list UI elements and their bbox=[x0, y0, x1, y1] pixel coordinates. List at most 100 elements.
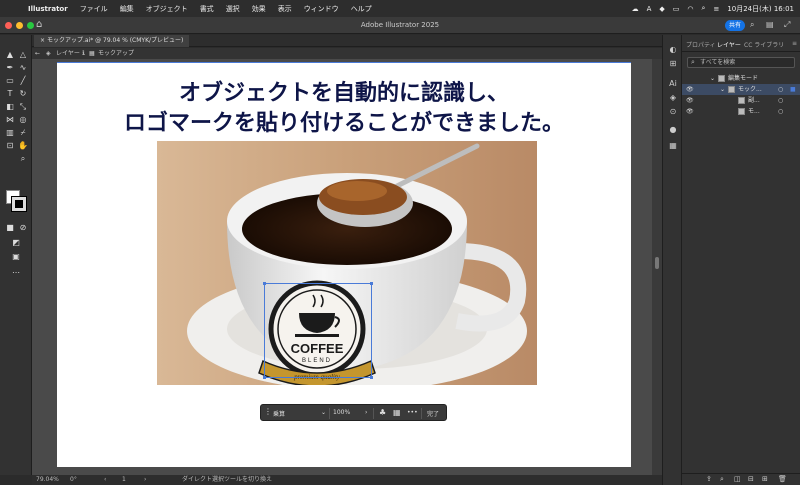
canvas-area[interactable]: オブジェクトを自動的に認識し、 ロゴマークを貼り付けることができました。 COF… bbox=[32, 59, 662, 475]
close-tab-icon[interactable]: × bbox=[40, 37, 47, 44]
done-button[interactable]: 完了 bbox=[427, 409, 439, 418]
new-layer-icon[interactable]: ⊞ bbox=[762, 475, 768, 483]
pen-tool-icon[interactable]: ✒ bbox=[4, 62, 16, 73]
datetime[interactable]: 10月24日(木) 16:01 bbox=[727, 4, 794, 14]
scale-tool-icon[interactable]: ⤡ bbox=[17, 101, 29, 112]
rotation-value[interactable]: 0° bbox=[70, 475, 77, 485]
crumb-group[interactable]: モックアップ bbox=[98, 48, 134, 59]
layer-row[interactable]: 👁 副... ○ bbox=[682, 95, 800, 106]
type-tool-icon[interactable]: T bbox=[4, 88, 16, 99]
rotate-tool-icon[interactable]: ↻ bbox=[17, 88, 29, 99]
menu-item-window[interactable]: ウィンドウ bbox=[298, 4, 345, 14]
wifi-icon[interactable]: ◠ bbox=[687, 5, 693, 13]
selection-bounding-box[interactable] bbox=[263, 282, 373, 379]
layers-panel-icon[interactable]: ◈ bbox=[667, 93, 679, 102]
menu-item-effect[interactable]: 効果 bbox=[246, 4, 272, 14]
artboard-prev-icon[interactable]: ‹ bbox=[104, 475, 106, 485]
new-sublayer-icon[interactable]: ⊟ bbox=[748, 475, 754, 483]
menu-item-help[interactable]: ヘルプ bbox=[345, 4, 378, 14]
more-tools-icon[interactable]: ⋯ bbox=[10, 267, 22, 278]
curvature-tool-icon[interactable]: ∿ bbox=[17, 62, 29, 73]
direct-selection-tool-icon[interactable]: △ bbox=[17, 49, 29, 60]
expand-chevron-icon[interactable]: ⌄ bbox=[710, 73, 715, 84]
clipping-mask-icon[interactable]: ◫ bbox=[734, 475, 741, 483]
rectangle-tool-icon[interactable]: ▭ bbox=[4, 75, 16, 86]
resize-handle[interactable] bbox=[370, 282, 373, 285]
menu-item-object[interactable]: オブジェクト bbox=[140, 4, 194, 14]
search-icon[interactable]: ⌕ bbox=[750, 20, 754, 30]
artboard[interactable]: オブジェクトを自動的に認識し、 ロゴマークを貼り付けることができました。 COF… bbox=[57, 62, 631, 467]
draw-mode-icon[interactable]: ◩ bbox=[10, 237, 22, 248]
tab-layers[interactable]: レイヤー bbox=[717, 40, 741, 49]
drag-handle-icon[interactable]: ⋮ bbox=[264, 407, 272, 416]
color-mode-icon[interactable]: ■ bbox=[4, 222, 16, 233]
libraries-panel-icon[interactable]: ⊞ bbox=[667, 59, 679, 68]
document-tab[interactable]: × モックアップ.ai* @ 79.04 % (CMYK/プレビュー) bbox=[34, 35, 190, 47]
scroll-thumb[interactable] bbox=[655, 257, 659, 269]
eraser-tool-icon[interactable]: ◧ bbox=[4, 101, 16, 112]
menu-item-edit[interactable]: 編集 bbox=[114, 4, 140, 14]
expand-icon[interactable]: ⤢ bbox=[784, 20, 790, 30]
resize-handle[interactable] bbox=[263, 282, 266, 285]
menu-item-type[interactable]: 書式 bbox=[194, 4, 220, 14]
properties-panel-icon[interactable]: ◐ bbox=[667, 45, 679, 54]
hand-tool-icon[interactable]: ✋ bbox=[17, 140, 29, 151]
puppet-warp-icon[interactable]: ♣ bbox=[379, 408, 386, 417]
width-tool-icon[interactable]: ⋈ bbox=[4, 114, 16, 125]
visibility-eye-icon[interactable]: 👁 bbox=[686, 95, 694, 106]
menu-item-view[interactable]: 表示 bbox=[272, 4, 298, 14]
eyedropper-tool-icon[interactable]: ⌿ bbox=[17, 127, 29, 138]
target-circle-icon[interactable]: ○ bbox=[778, 95, 783, 106]
vertical-scrollbar[interactable] bbox=[652, 59, 662, 475]
battery-icon[interactable]: ▭ bbox=[673, 5, 680, 13]
screen-mode-icon[interactable]: ▣ bbox=[10, 251, 22, 262]
control-center-icon[interactable]: ≡ bbox=[713, 5, 719, 13]
resize-handle[interactable] bbox=[370, 376, 373, 379]
none-color-icon[interactable]: ⊘ bbox=[17, 222, 29, 233]
target-circle-icon[interactable]: ○ bbox=[778, 106, 783, 117]
opacity-field[interactable]: 100% bbox=[333, 409, 350, 416]
share-button[interactable]: 共有 bbox=[725, 20, 745, 31]
visibility-eye-icon[interactable]: 👁 bbox=[686, 106, 694, 117]
layers-search-input[interactable]: ⌕ すべてを検索 bbox=[687, 57, 795, 68]
locate-object-icon[interactable]: ⌕ bbox=[720, 475, 724, 484]
ai-panel-icon[interactable]: Ai bbox=[667, 79, 679, 88]
tab-properties[interactable]: プロパティ bbox=[686, 40, 716, 49]
resize-handle[interactable] bbox=[263, 376, 266, 379]
target-circle-icon[interactable]: ○ bbox=[778, 84, 783, 95]
tab-cc-libraries[interactable]: CC ライブラリ bbox=[744, 40, 784, 49]
menu-item-select[interactable]: 選択 bbox=[220, 4, 246, 14]
more-options-icon[interactable]: ••• bbox=[407, 409, 418, 416]
layer-row[interactable]: 👁 モ... ○ bbox=[682, 106, 800, 117]
shape-builder-tool-icon[interactable]: ◎ bbox=[17, 114, 29, 125]
visibility-eye-icon[interactable]: 👁 bbox=[686, 84, 694, 95]
mockup-edit-icon[interactable]: ▦ bbox=[393, 408, 401, 417]
gradient-tool-icon[interactable]: ▥ bbox=[4, 127, 16, 138]
workspace-icon[interactable]: ▤ bbox=[766, 20, 774, 29]
swatches-panel-icon[interactable]: ▦ bbox=[667, 141, 679, 150]
blend-mode-select[interactable]: 乗算 bbox=[273, 409, 285, 418]
zoom-tool-icon[interactable]: ⌕ bbox=[17, 153, 29, 164]
appearance-panel-icon[interactable]: ⊙ bbox=[667, 107, 679, 116]
stroke-swatch[interactable] bbox=[11, 196, 27, 212]
artboard-next-icon[interactable]: › bbox=[144, 475, 146, 485]
export-icon[interactable]: ⇪ bbox=[706, 475, 712, 483]
menu-app-name[interactable]: Illustrator bbox=[22, 5, 74, 13]
artboard-tool-icon[interactable]: ⊡ bbox=[4, 140, 16, 151]
layer-row[interactable]: ⌄ 編集モード bbox=[682, 73, 800, 84]
layer-row[interactable]: 👁 ⌄ モック... ○ ■ bbox=[682, 84, 800, 95]
dropbox-icon[interactable]: ◆ bbox=[659, 5, 664, 13]
expand-chevron-icon[interactable]: ⌄ bbox=[720, 84, 725, 95]
blend-mode-chevron-icon[interactable]: ⌄ bbox=[321, 409, 326, 416]
adobe-icon[interactable]: A bbox=[647, 5, 652, 13]
zoom-level[interactable]: 79.04% bbox=[36, 475, 59, 485]
selected-indicator[interactable]: ■ bbox=[790, 84, 796, 95]
menu-item-file[interactable]: ファイル bbox=[74, 4, 114, 14]
creative-cloud-icon[interactable]: ☁ bbox=[632, 5, 639, 13]
line-tool-icon[interactable]: ╱ bbox=[17, 75, 29, 86]
selection-tool-icon[interactable]: ▲ bbox=[4, 49, 16, 60]
artboard-number[interactable]: 1 bbox=[122, 475, 126, 485]
menubar-search-icon[interactable]: ⌕ bbox=[702, 4, 706, 13]
opacity-arrow-icon[interactable]: › bbox=[365, 409, 367, 416]
color-panel-icon[interactable]: ● bbox=[667, 125, 679, 134]
